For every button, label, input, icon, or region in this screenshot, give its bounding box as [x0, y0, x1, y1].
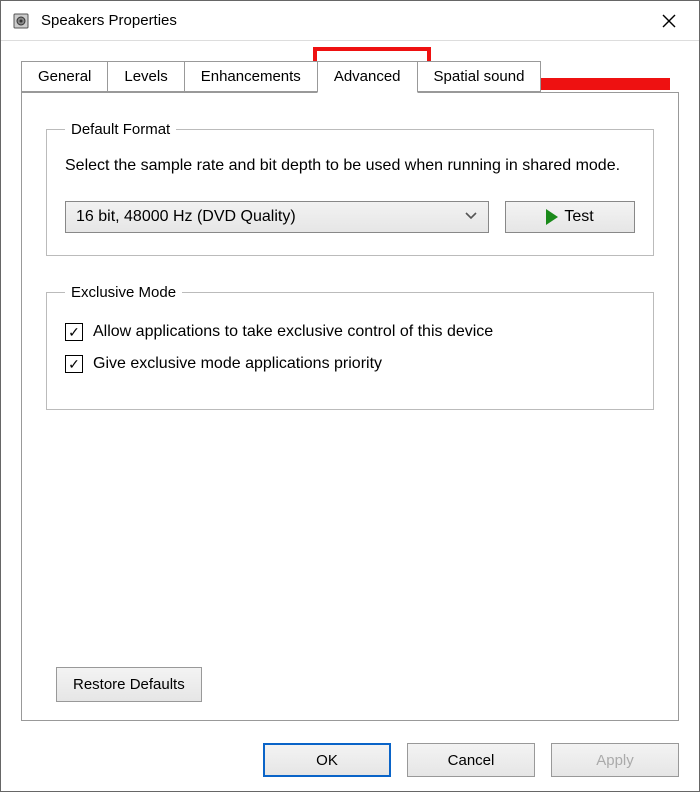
window-title: Speakers Properties	[41, 12, 649, 29]
close-button[interactable]	[649, 1, 689, 41]
priority-label: Give exclusive mode applications priorit…	[93, 355, 382, 373]
default-format-legend: Default Format	[65, 121, 176, 138]
tab-body: Default Format Select the sample rate an…	[21, 92, 679, 721]
window-root: Speakers Properties General Levels Enhan…	[0, 0, 700, 792]
apply-button[interactable]: Apply	[551, 743, 679, 777]
speaker-icon	[11, 11, 31, 31]
tab-strip: General Levels Enhancements Advanced Spa…	[1, 41, 699, 92]
tab-enhancements[interactable]: Enhancements	[184, 61, 318, 92]
play-icon	[546, 209, 558, 225]
format-dropdown-value: 16 bit, 48000 Hz (DVD Quality)	[76, 208, 456, 226]
priority-checkbox[interactable]: ✓	[65, 355, 83, 373]
ok-button[interactable]: OK	[263, 743, 391, 777]
tab-general[interactable]: General	[21, 61, 108, 92]
exclusive-mode-group: Exclusive Mode ✓ Allow applications to t…	[46, 284, 654, 410]
default-format-description: Select the sample rate and bit depth to …	[65, 156, 635, 177]
default-format-group: Default Format Select the sample rate an…	[46, 121, 654, 256]
close-icon	[662, 14, 676, 28]
tab-spatial-sound[interactable]: Spatial sound	[417, 61, 542, 92]
titlebar: Speakers Properties	[1, 1, 699, 41]
restore-defaults-button[interactable]: Restore Defaults	[56, 667, 202, 702]
test-button-label: Test	[564, 208, 593, 226]
allow-exclusive-label: Allow applications to take exclusive con…	[93, 323, 493, 341]
tab-advanced[interactable]: Advanced	[317, 61, 418, 93]
tab-levels[interactable]: Levels	[107, 61, 184, 92]
allow-exclusive-checkbox[interactable]: ✓	[65, 323, 83, 341]
cancel-button[interactable]: Cancel	[407, 743, 535, 777]
format-dropdown[interactable]: 16 bit, 48000 Hz (DVD Quality)	[65, 201, 489, 233]
test-button[interactable]: Test	[505, 201, 635, 233]
dialog-footer: OK Cancel Apply	[1, 733, 699, 791]
exclusive-mode-legend: Exclusive Mode	[65, 284, 182, 301]
chevron-down-icon	[464, 208, 478, 226]
